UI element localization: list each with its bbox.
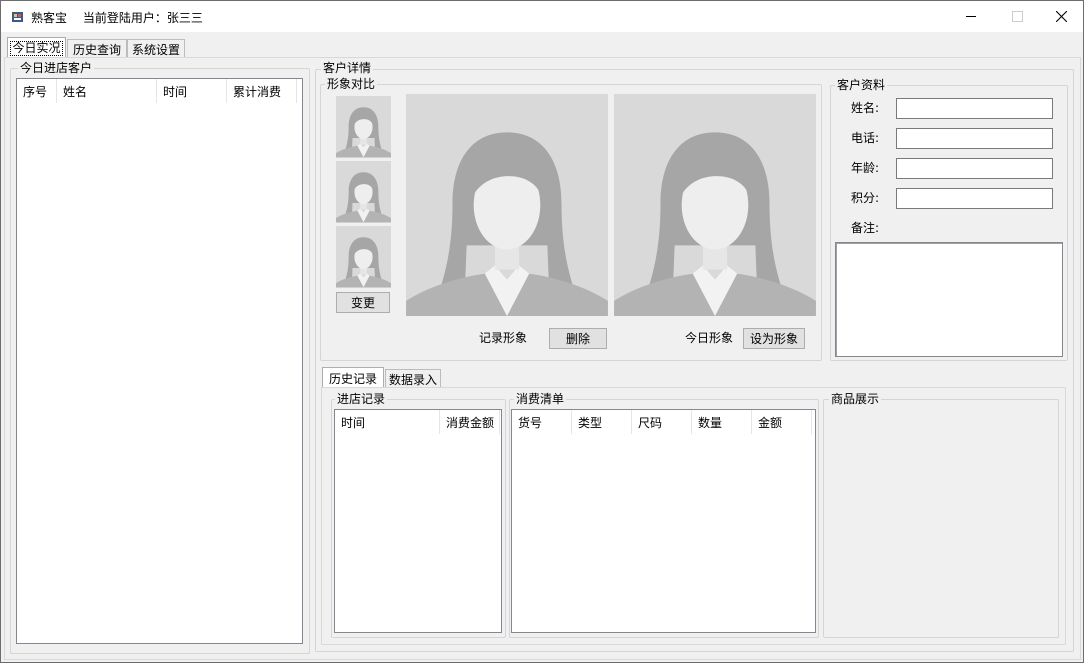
tab-data-entry[interactable]: 数据录入: [385, 369, 441, 388]
col-amount[interactable]: 金额: [752, 410, 812, 434]
col-total-spend[interactable]: 累计消费: [227, 79, 297, 103]
close-button[interactable]: [1038, 1, 1083, 31]
profile-group-title: 客户资料: [835, 78, 888, 92]
col-size[interactable]: 尺码: [632, 410, 692, 434]
points-label: 积分:: [851, 191, 880, 205]
col-spend-amount[interactable]: 消费金额: [440, 410, 500, 434]
history-thumb-1[interactable]: [336, 96, 391, 158]
tab-settings-label: 系统设置: [131, 42, 180, 57]
customer-detail-title: 客户详情: [321, 61, 374, 75]
tab-history-query-label: 历史查询: [72, 42, 121, 57]
app-logo-icon: [12, 12, 23, 22]
tab-history-query[interactable]: 历史查询: [67, 39, 127, 58]
visitors-list-header: 序号 姓名 时间 累计消费: [17, 79, 297, 103]
record-photo-label: 记录形象: [479, 331, 528, 345]
points-field[interactable]: [896, 188, 1053, 209]
col-time[interactable]: 时间: [157, 79, 227, 103]
visit-records-title: 进店记录: [335, 392, 388, 406]
avatar-placeholder-icon: [406, 94, 608, 316]
tab-today[interactable]: 今日实况: [7, 37, 66, 58]
purchase-list-title: 消费清单: [514, 392, 567, 406]
col-item-no[interactable]: 货号: [512, 410, 572, 434]
maximize-button[interactable]: [994, 1, 1040, 31]
age-field[interactable]: [896, 158, 1053, 179]
change-button[interactable]: 变更: [336, 292, 390, 313]
avatar-placeholder-icon: [336, 161, 391, 223]
minimize-icon: [965, 15, 976, 17]
col-index[interactable]: 序号: [17, 79, 57, 103]
visitors-list[interactable]: 序号 姓名 时间 累计消费: [16, 78, 303, 644]
col-visit-time[interactable]: 时间: [335, 410, 440, 434]
app-window: 熟客宝 当前登陆用户：张三三 今日实况 历史查询 系统设置 今日进店客户 序号 …: [0, 0, 1084, 663]
name-label: 姓名:: [851, 101, 880, 115]
product-display-title: 商品展示: [829, 392, 882, 406]
tab-today-label: 今日实况: [10, 40, 63, 56]
maximize-icon: [1011, 10, 1023, 22]
delete-button[interactable]: 删除: [549, 328, 607, 349]
history-thumb-3[interactable]: [336, 226, 391, 288]
purchase-list[interactable]: 货号 类型 尺码 数量 金额: [511, 409, 816, 633]
today-photo-label: 今日形象: [685, 331, 734, 345]
tab-data-entry-label: 数据录入: [388, 372, 437, 387]
visit-records-header: 时间 消费金额: [335, 410, 500, 434]
phone-field[interactable]: [896, 128, 1053, 149]
age-label: 年龄:: [851, 161, 880, 175]
history-thumb-2[interactable]: [336, 161, 391, 223]
avatar-placeholder-icon: [336, 96, 391, 158]
record-photo: [406, 94, 608, 316]
phone-label: 电话:: [851, 131, 880, 145]
purchase-list-header: 货号 类型 尺码 数量 金额: [512, 410, 812, 434]
current-user-label: 当前登陆用户：张三三: [82, 11, 203, 25]
col-quantity[interactable]: 数量: [692, 410, 752, 434]
close-icon: [1055, 10, 1067, 22]
col-type[interactable]: 类型: [572, 410, 632, 434]
tab-settings[interactable]: 系统设置: [127, 39, 185, 58]
minimize-button[interactable]: [948, 1, 994, 31]
avatar-placeholder-icon: [614, 94, 816, 316]
col-name[interactable]: 姓名: [57, 79, 157, 103]
today-photo: [614, 94, 816, 316]
note-label: 备注:: [851, 221, 880, 235]
set-as-photo-button[interactable]: 设为形象: [743, 328, 805, 349]
note-textarea[interactable]: [835, 242, 1063, 357]
visit-records-list[interactable]: 时间 消费金额: [334, 409, 502, 633]
product-display-group: [823, 399, 1059, 638]
visitors-group-title: 今日进店客户: [18, 61, 95, 75]
avatar-placeholder-icon: [336, 226, 391, 288]
app-title: 熟客宝: [31, 11, 68, 25]
tab-history-records[interactable]: 历史记录: [322, 367, 384, 388]
compare-group-title: 形象对比: [325, 77, 378, 91]
title-bar[interactable]: 熟客宝 当前登陆用户：张三三: [1, 1, 1083, 32]
tab-history-records-label: 历史记录: [328, 371, 377, 386]
name-field[interactable]: [896, 98, 1053, 119]
